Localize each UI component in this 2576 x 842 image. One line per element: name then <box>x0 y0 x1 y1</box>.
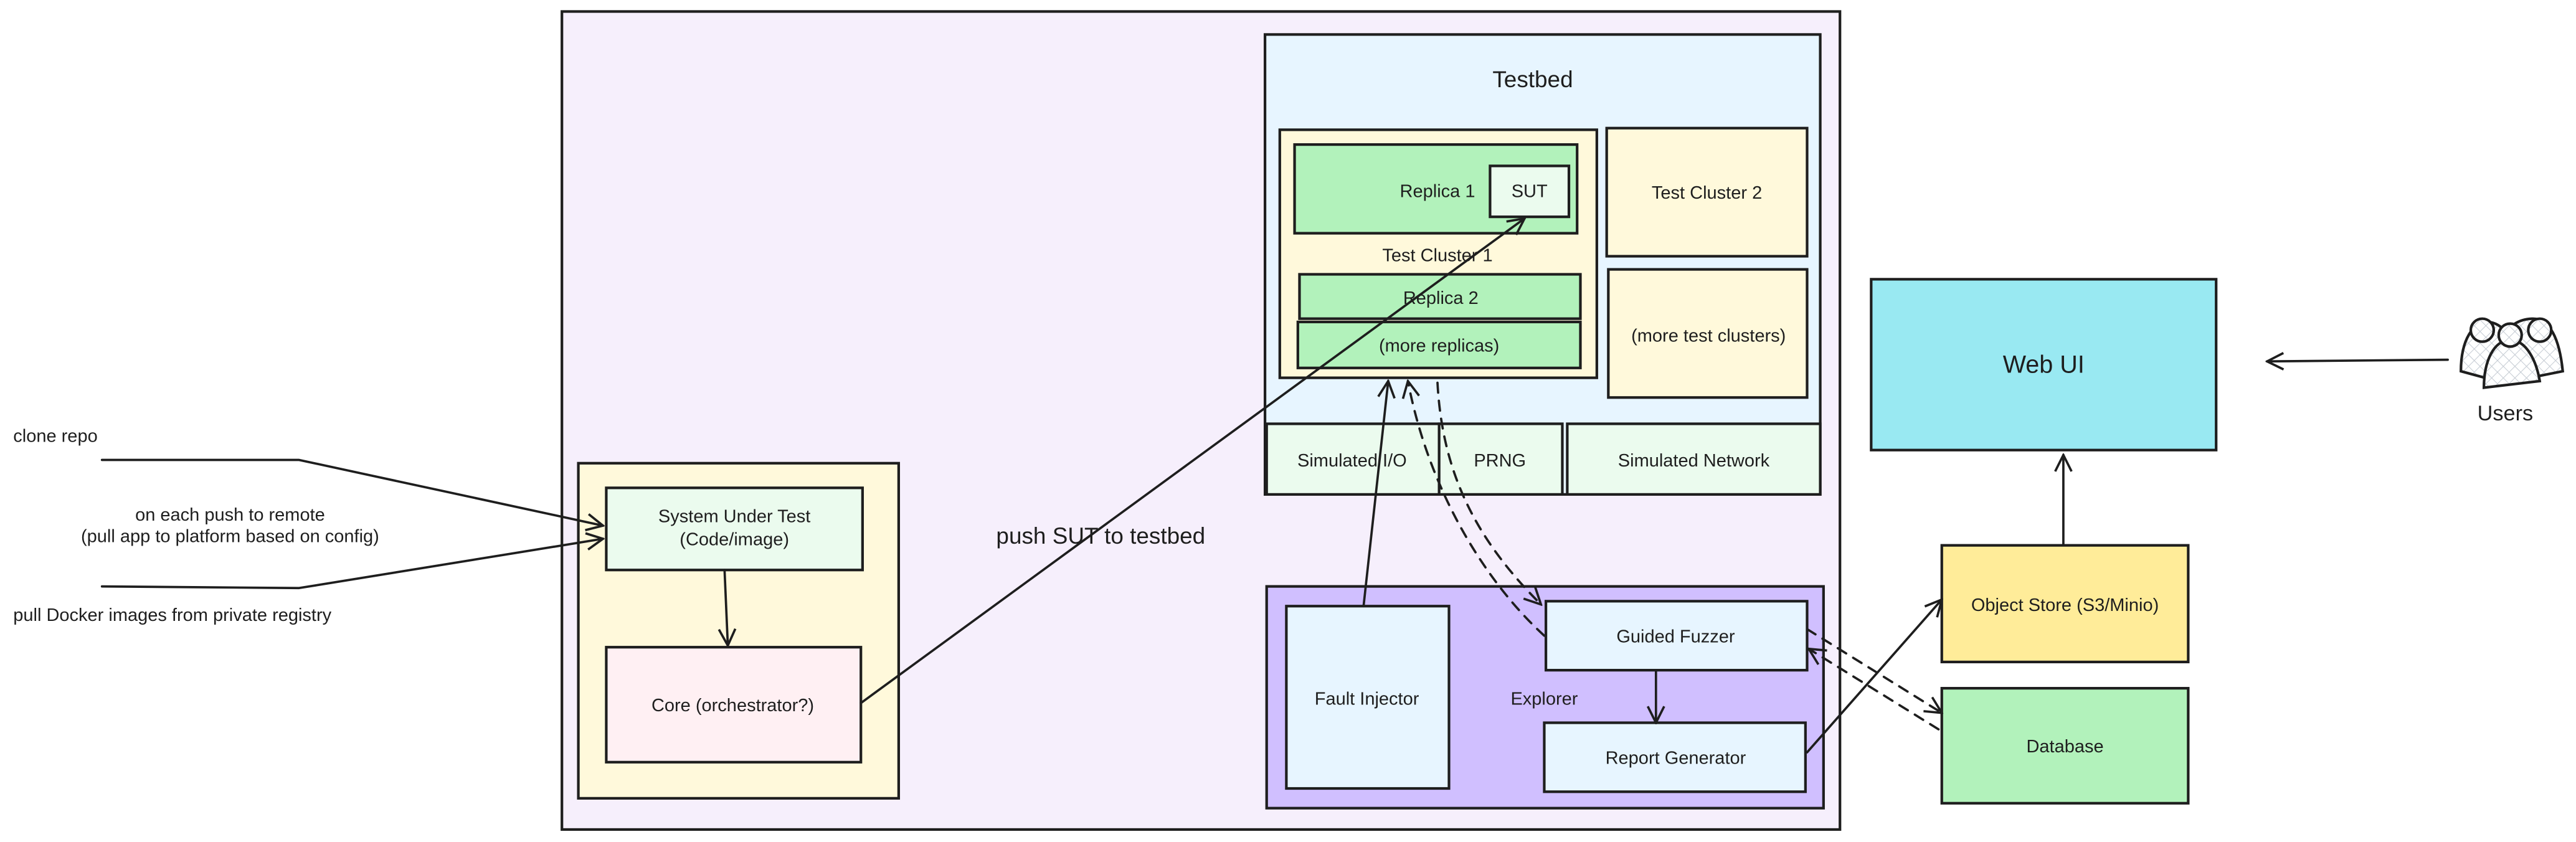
replica-1-label: Replica 1 <box>1400 182 1475 202</box>
architecture-diagram: Testbed Test Cluster 1 Replica 1 SUT Rep… <box>13 10 2565 831</box>
test-cluster-2-label: Test Cluster 2 <box>1652 183 1762 203</box>
on-push-sublabel: (pull app to platform based on config) <box>81 526 379 546</box>
users-label: Users <box>2478 402 2533 425</box>
system-under-test <box>605 486 864 572</box>
simulated-io-label: Simulated I/O <box>1297 451 1407 471</box>
users-to-web-ui-arrow <box>2267 360 2449 362</box>
users-group-icon <box>2460 317 2565 389</box>
on-push-label: on each push to remote <box>135 505 325 525</box>
more-test-clusters-label: (more test clusters) <box>1631 326 1786 346</box>
object-store-label: Object Store (S3/Minio) <box>1971 595 2159 615</box>
explorer-label: Explorer <box>1510 689 1578 709</box>
fault-injector-label: Fault Injector <box>1315 689 1419 709</box>
testbed-title: Testbed <box>1492 67 1573 92</box>
guided-fuzzer-label: Guided Fuzzer <box>1616 627 1735 646</box>
report-generator-label: Report Generator <box>1606 748 1746 768</box>
test-cluster-1-label: Test Cluster 1 <box>1382 245 1492 265</box>
system-under-test-sublabel: (Code/image) <box>680 530 789 550</box>
core-orchestrator-label: Core (orchestrator?) <box>651 696 814 716</box>
simulated-network-label: Simulated Network <box>1618 451 1770 471</box>
pull-docker-label: pull Docker images from private registry <box>13 605 331 625</box>
database-label: Database <box>2026 737 2103 757</box>
prng-label: PRNG <box>1474 451 1526 471</box>
system-under-test-label: System Under Test <box>658 507 810 527</box>
sut-label: SUT <box>1512 182 1548 202</box>
clone-repo-label: clone repo <box>13 426 97 446</box>
more-replicas-label: (more replicas) <box>1379 336 1499 356</box>
web-ui-label: Web UI <box>2003 351 2085 379</box>
